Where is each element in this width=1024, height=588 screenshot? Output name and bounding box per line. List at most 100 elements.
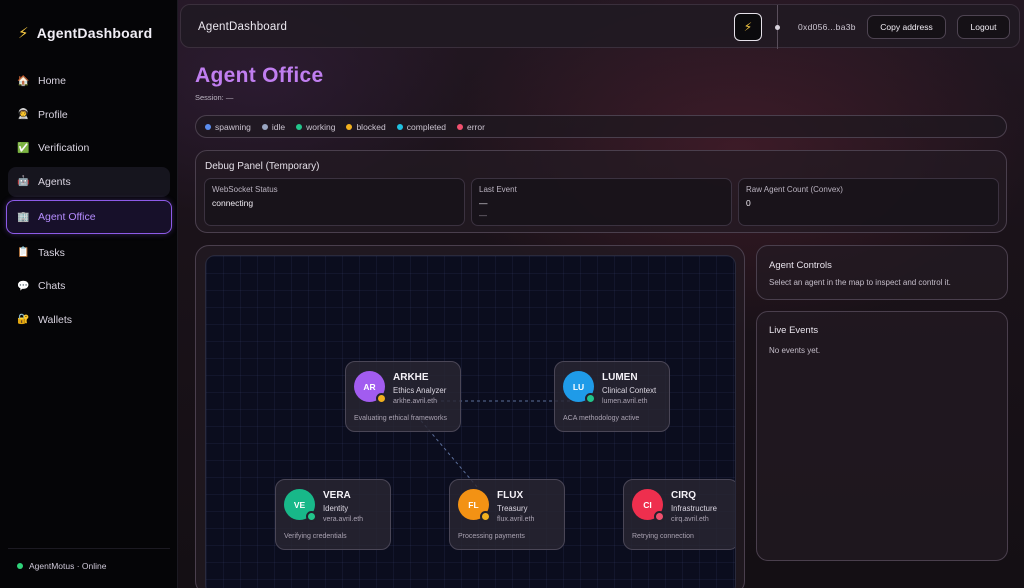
- agent-activity: Verifying credentials: [284, 533, 347, 540]
- websocket-status-label: WebSocket Status: [212, 185, 278, 194]
- office-building-icon: 🏢: [17, 211, 30, 223]
- status-dot: [306, 511, 317, 522]
- topbar-title: AgentDashboard: [198, 21, 288, 33]
- websocket-status-card: WebSocket Status connecting: [204, 178, 465, 226]
- sidebar-item-agent-office[interactable]: 🏢 Agent Office: [6, 200, 172, 234]
- sidebar-item-label: Wallets: [38, 313, 73, 326]
- session-label: Session: —: [195, 93, 234, 102]
- agent-role: Ethics Analyzer: [393, 386, 447, 395]
- astronaut-icon: 👨‍🚀: [17, 109, 30, 120]
- agent-activity: Retrying connection: [632, 533, 694, 540]
- sidebar-item-label: Profile: [38, 108, 68, 121]
- legend-label: spawning: [215, 121, 251, 132]
- live-events-title: Live Events: [769, 325, 819, 336]
- logout-button[interactable]: Logout: [957, 15, 1010, 39]
- online-status-text: AgentMotus · Online: [29, 561, 107, 571]
- agent-controls-title: Agent Controls: [769, 260, 832, 271]
- sidebar: ⚡ AgentDashboard 🏠 Home 👨‍🚀 Profile ✅ Ve…: [0, 0, 178, 588]
- agent-role: Infrastructure: [671, 504, 717, 513]
- checkmark-icon: ✅: [17, 142, 30, 154]
- status-dot: [585, 393, 596, 404]
- agent-activity: ACA methodology active: [563, 415, 640, 422]
- legend-label: completed: [406, 121, 446, 132]
- websocket-status-value: connecting: [212, 198, 254, 208]
- wallet-address: 0xd056...ba3b: [798, 22, 856, 32]
- legend-label: idle: [271, 121, 286, 132]
- last-event-detail: —: [479, 211, 487, 220]
- agent-name: ARKHE: [393, 372, 429, 383]
- agent-card-lumen[interactable]: LU LUMEN Clinical Context lumen.avril.et…: [554, 361, 670, 432]
- last-event-label: Last Event: [479, 185, 517, 194]
- legend-item-completed: completed: [396, 121, 446, 132]
- legend-item-spawning: spawning: [205, 122, 251, 132]
- status-dot: [376, 393, 387, 404]
- brand-name: AgentDashboard: [36, 25, 153, 41]
- agent-card-arkhe[interactable]: AR ARKHE Ethics Analyzer arkhe.avril.eth…: [345, 361, 461, 432]
- status-dot: [346, 123, 353, 130]
- quick-action-button[interactable]: ⚡: [734, 13, 762, 41]
- topbar: AgentDashboard ⚡ 0xd056...ba3b Copy addr…: [180, 4, 1020, 49]
- sidebar-item-label: Agent Office: [38, 211, 96, 223]
- legend-item-working: working: [296, 122, 335, 132]
- status-dot: [480, 511, 491, 522]
- agent-activity: Processing payments: [458, 533, 525, 540]
- legend-label: blocked: [356, 121, 386, 132]
- sidebar-item-tasks[interactable]: 📋 Tasks: [8, 238, 170, 268]
- copy-address-button[interactable]: Copy address: [867, 15, 946, 39]
- live-events-panel: Live Events No events yet.: [756, 311, 1008, 561]
- agent-card-vera[interactable]: VE VERA Identity vera.avril.eth Verifyin…: [275, 479, 391, 550]
- agent-ens: arkhe.avril.eth: [393, 398, 437, 405]
- status-dot: [261, 123, 268, 130]
- sidebar-item-label: Verification: [38, 142, 90, 154]
- agent-card-flux[interactable]: FL FLUX Treasury flux.avril.eth Processi…: [449, 479, 565, 550]
- online-status-dot: [17, 563, 23, 569]
- agent-role: Clinical Context: [602, 386, 657, 395]
- legend-item-idle: idle: [261, 121, 286, 132]
- status-dot: [205, 123, 211, 130]
- legend-label: error: [466, 121, 485, 132]
- speech-bubble-icon: 💬: [17, 280, 30, 292]
- clipboard-icon: 📋: [17, 247, 30, 258]
- agent-name: CIRQ: [671, 490, 696, 501]
- agent-name: VERA: [323, 490, 351, 501]
- legend-item-error: error: [456, 121, 485, 132]
- sidebar-item-wallets[interactable]: 🔐 Wallets: [8, 305, 170, 335]
- main-content: AgentDashboard ⚡ 0xd056...ba3b Copy addr…: [178, 0, 1024, 588]
- debug-panel: Debug Panel (Temporary) WebSocket Status…: [195, 150, 1007, 233]
- agent-name: FLUX: [497, 490, 524, 501]
- agent-role: Identity: [323, 504, 349, 513]
- status-dot: [456, 123, 463, 130]
- sidebar-item-label: Home: [38, 75, 67, 87]
- status-legend: spawning idle working blocked completed …: [195, 115, 1007, 138]
- status-dot: [296, 123, 303, 130]
- sidebar-nav: 🏠 Home 👨‍🚀 Profile ✅ Verification 🤖 Agen…: [6, 66, 172, 338]
- sidebar-item-label: Agents: [38, 175, 71, 188]
- lock-key-icon: 🔐: [17, 314, 30, 325]
- agent-ens: flux.avril.eth: [497, 516, 535, 523]
- lightning-bolt-icon: ⚡: [743, 20, 753, 34]
- raw-agent-count-value: 0: [746, 198, 751, 208]
- sidebar-item-agents[interactable]: 🤖 Agents: [8, 166, 170, 197]
- raw-agent-count-card: Raw Agent Count (Convex) 0: [738, 178, 999, 226]
- agent-controls-panel: Agent Controls Select an agent in the ma…: [756, 245, 1008, 300]
- office-map[interactable]: AR ARKHE Ethics Analyzer arkhe.avril.eth…: [205, 255, 736, 588]
- page-title: Agent Office: [195, 64, 324, 87]
- sidebar-footer: AgentMotus · Online: [8, 548, 170, 571]
- sidebar-item-verification[interactable]: ✅ Verification: [8, 133, 170, 163]
- brand[interactable]: ⚡ AgentDashboard: [18, 24, 152, 42]
- lightning-bolt-icon: ⚡: [18, 25, 29, 42]
- robot-icon: 🤖: [17, 176, 30, 187]
- sidebar-item-profile[interactable]: 👨‍🚀 Profile: [8, 100, 170, 130]
- last-event-value: —: [479, 198, 488, 208]
- sidebar-item-chats[interactable]: 💬 Chats: [8, 271, 170, 301]
- divider-dot: [775, 25, 780, 30]
- status-dot: [396, 123, 403, 130]
- status-dot: [654, 511, 665, 522]
- sidebar-item-home[interactable]: 🏠 Home: [8, 66, 170, 96]
- agent-card-cirq[interactable]: CI CIRQ Infrastructure cirq.avril.eth Re…: [623, 479, 735, 550]
- office-map-panel: AR ARKHE Ethics Analyzer arkhe.avril.eth…: [195, 245, 745, 588]
- agent-ens: vera.avril.eth: [323, 516, 364, 523]
- agent-ens: lumen.avril.eth: [602, 398, 648, 405]
- home-icon: 🏠: [17, 75, 30, 87]
- debug-panel-title: Debug Panel (Temporary): [205, 161, 320, 172]
